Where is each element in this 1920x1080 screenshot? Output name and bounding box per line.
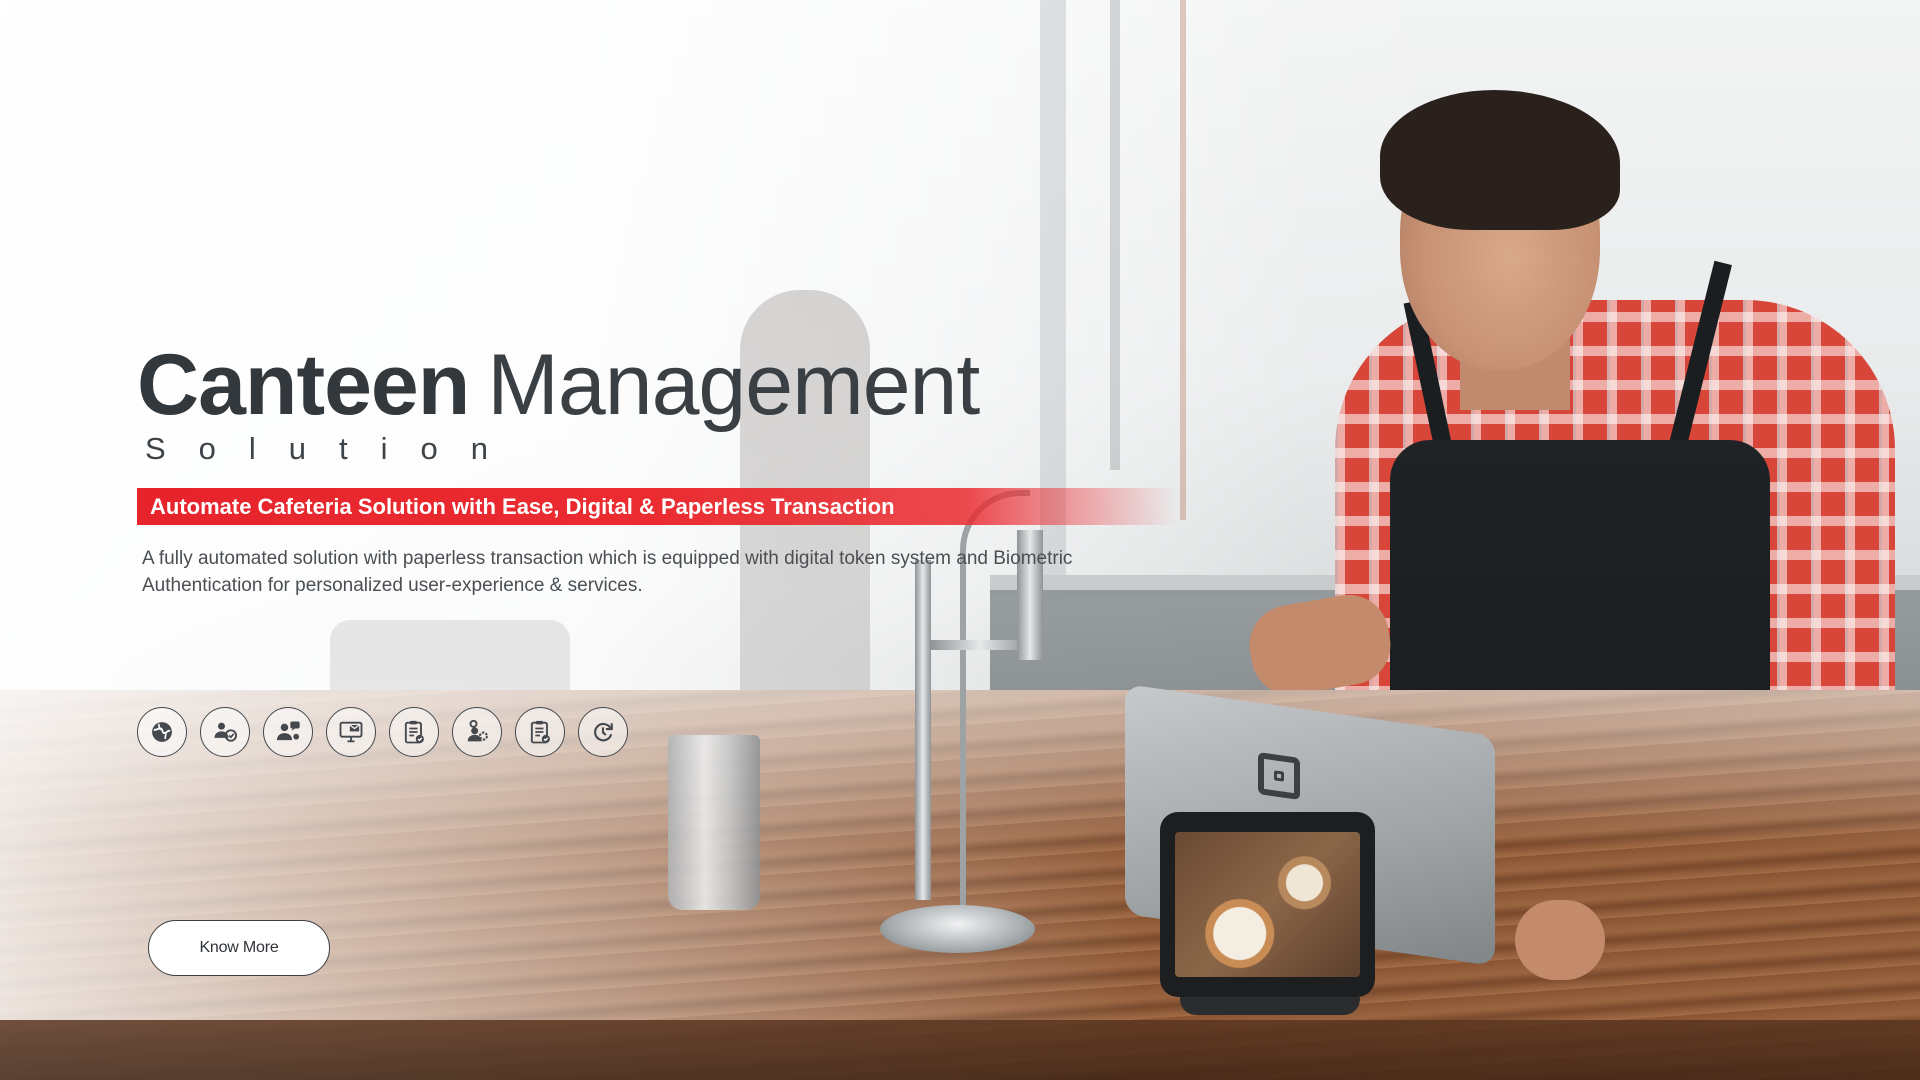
clipboard-check-icon[interactable] (389, 707, 439, 757)
monitor-mail-icon[interactable] (326, 707, 376, 757)
tamper-stand-arm (930, 640, 1030, 650)
tagline-banner: Automate Cafeteria Solution with Ease, D… (137, 488, 1177, 525)
user-sync-icon[interactable] (200, 707, 250, 757)
page-title: Canteen Management (137, 335, 1187, 435)
feature-icon-row (137, 707, 628, 757)
title-light: Management (487, 337, 980, 433)
tamper-stand-rod (915, 560, 931, 900)
steel-cup (668, 735, 760, 910)
user-settings-icon[interactable] (452, 707, 502, 757)
counter-edge (0, 1020, 1920, 1080)
hero-banner: Canteen Management Solution Automate Cafe… (0, 0, 1920, 1080)
title-strong: Canteen (137, 337, 470, 433)
know-more-button[interactable]: Know More (148, 920, 330, 976)
hero-description: A fully automated solution with paperles… (142, 548, 1073, 596)
page-subtitle: Solution (145, 431, 522, 466)
hero-content: Canteen Management Solution Automate Cafe… (137, 335, 1187, 757)
pos-logo-icon (1258, 752, 1300, 800)
globe-icon[interactable] (137, 707, 187, 757)
user-chat-icon[interactable] (263, 707, 313, 757)
tamper-stand-base (880, 905, 1035, 953)
tagline-text: Automate Cafeteria Solution with Ease, D… (150, 494, 895, 519)
clipboard-check-icon[interactable] (515, 707, 565, 757)
pos-screen (1175, 832, 1360, 977)
barista-hand (1515, 900, 1605, 980)
barista-hair (1380, 90, 1620, 230)
pos-stand (1180, 997, 1360, 1015)
refresh-arrow-icon[interactable] (578, 707, 628, 757)
